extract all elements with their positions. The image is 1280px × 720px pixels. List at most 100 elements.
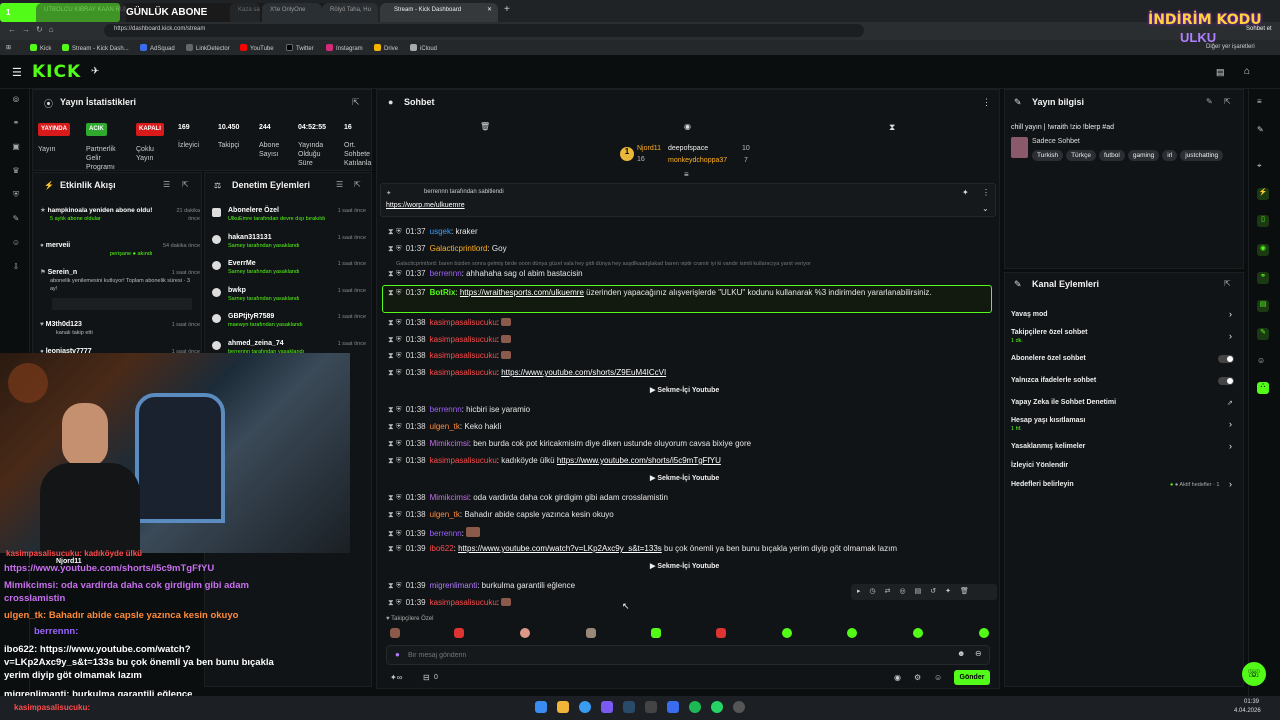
bookmark-linkdetector[interactable]: LinkDetector [186,44,230,52]
mic-icon[interactable]: ● [395,650,400,659]
emote-picker-icon[interactable]: ☻ [957,649,965,658]
expand-icon[interactable]: ⇱ [1224,97,1231,106]
hourglass-icon[interactable]: ⧗ [889,122,895,133]
download-icon[interactable]: ⇩ [10,262,22,272]
in-app-youtube[interactable]: ▶ Sekme-İçi Youtube [650,474,719,482]
shield-icon[interactable]: ⛨ [10,190,22,200]
expand-icon[interactable]: ⇱ [354,180,361,189]
bookmark-kick[interactable]: Kick [30,44,51,52]
expand-icon[interactable]: ⇱ [352,97,360,108]
start-icon[interactable] [535,701,547,713]
settings-icon[interactable]: ⊖ [975,649,982,658]
pin-icon[interactable]: ✈ [91,66,99,77]
chevron-right-icon[interactable]: › [1229,331,1232,341]
browser-tab[interactable]: Rölyö Taha, Hu [322,3,378,22]
action-slow-mode[interactable]: Yavaş mod [1011,311,1048,318]
wrench-icon[interactable]: ✎ [1257,328,1269,340]
close-icon[interactable]: ✕ [487,6,492,13]
points-icon[interactable]: ✦∞ [390,673,402,682]
bolt-icon[interactable]: ⚡ [1257,188,1269,200]
layout-icon[interactable]: ▤ [1257,300,1269,312]
kick-logo[interactable]: KICK [32,62,81,82]
chat-bubble-icon[interactable]: ◉ [684,122,691,131]
link-icon[interactable]: ⚭ [1257,272,1269,284]
action-account-age[interactable]: Hesap yaşı kısıtlaması [1011,417,1085,424]
mod-quick-actions[interactable]: ▸◷⇄◎▤↺✦🗑 [851,584,997,600]
users-icon[interactable]: ☺ [10,238,22,248]
action-ai-moderation[interactable]: Yapay Zeka ile Sohbet Denetimi [1011,399,1116,406]
top-user[interactable]: deepofspace [668,145,708,152]
tag[interactable]: futbol [1098,150,1125,161]
gift-icon[interactable]: ⊟ [423,673,430,682]
bookmark-twitter[interactable]: Twitter [286,44,314,52]
raid-icon[interactable]: ⛬ [1257,382,1269,394]
explorer-icon[interactable] [557,701,569,713]
edit-icon[interactable]: ✎ [1206,97,1213,106]
filter-icon[interactable]: ☰ [336,180,343,189]
bookmark-adsquad[interactable]: AdSquad [140,44,175,52]
external-link-icon[interactable]: ⇗ [1227,399,1233,407]
edit-icon[interactable]: ✎ [1257,125,1264,134]
emote-icon[interactable]: ☺ [934,673,942,682]
layout-icon[interactable]: ▤ [1216,67,1225,78]
link-icon[interactable]: ⚭ [10,118,22,128]
discord-icon[interactable] [601,701,613,713]
menu-icon[interactable]: ☰ [12,66,22,79]
chevron-right-icon[interactable]: › [1229,441,1232,451]
browser-tab[interactable]: UTBOLCU KIBRAY KAAN RUNC [36,3,126,22]
top-user[interactable]: Njord11 [637,145,661,152]
action-subs-only[interactable]: Abonelere özel sohbet [1011,355,1086,362]
gear-icon[interactable]: ⚙ [914,673,921,682]
action-raid[interactable]: İzleyici Yönlendir [1011,462,1068,469]
toggle-emote-only[interactable] [1218,377,1234,385]
expand-icon[interactable]: ⇱ [182,180,189,189]
target-icon[interactable]: ⌖ [1257,161,1262,171]
chevron-down-icon[interactable]: ⌄ [982,204,989,213]
wrench-icon[interactable]: ✎ [10,214,22,224]
tag[interactable]: Turkish [1032,150,1064,161]
stream-icon[interactable]: ⦾ [10,95,22,105]
browser-tab[interactable]: X'te OnlyOne [262,3,322,22]
in-app-youtube[interactable]: ▶ Sekme-İçi Youtube [650,562,719,570]
bookmark-drive[interactable]: Drive [374,44,398,52]
chevron-right-icon[interactable]: › [1229,419,1232,429]
chevron-right-icon[interactable]: › [1229,309,1232,319]
new-tab-icon[interactable]: + [504,4,510,15]
bookmark-youtube[interactable]: YouTube [240,44,274,52]
app-icon[interactable] [667,701,679,713]
users-icon[interactable]: ☺ [1257,356,1265,365]
trophy-icon[interactable]: ♛ [10,166,22,176]
url-field[interactable]: https://dashboard.kick.com/stream [104,24,864,37]
chat-icon[interactable]: ◉ [1257,244,1269,256]
bookmark-icloud[interactable]: iCloud [410,44,437,52]
unpin-icon[interactable]: ✦ [962,188,969,197]
browser-tab-active[interactable]: Stream - Kick Dashboard ✕ [380,3,498,22]
browser-tab[interactable]: Kaza sanlara kendisinin [230,3,260,22]
action-banned-words[interactable]: Yasaklanmış kelimeler [1011,443,1085,450]
tag[interactable]: irl [1162,150,1178,161]
expand-icon[interactable]: ⇱ [1224,279,1231,288]
more-icon[interactable]: ⋮ [982,97,991,108]
tag[interactable]: justchatting [1180,150,1224,161]
app-icon[interactable] [645,701,657,713]
filter-icon[interactable]: ☰ [163,180,170,189]
action-emote-only[interactable]: Yalnızca ifadelerle sohbet [1011,377,1096,384]
chat-settings-icon[interactable]: ◉ [894,673,901,682]
menu-icon[interactable]: ≡ [1257,97,1262,106]
action-followers-only[interactable]: Takipçilere özel sohbet [1011,329,1088,336]
chevron-right-icon[interactable]: › [1229,479,1232,489]
tag[interactable]: gaming [1127,150,1160,161]
apps-icon[interactable]: ⊞ [6,44,11,51]
doc-icon[interactable]: ▯ [1257,215,1269,227]
bookmark-instagram[interactable]: Instagram [326,44,363,52]
steam-icon[interactable] [623,701,635,713]
nav-buttons[interactable]: ←→↻⌂ [8,25,60,34]
chat-input[interactable] [408,648,908,662]
pinned-link[interactable]: https://worp.me/ulkuemre [386,202,465,209]
action-goals[interactable]: Hedefleri belirleyin [1011,481,1074,488]
gift-icon[interactable]: ⌂ [1244,66,1250,77]
more-icon[interactable]: ⋮ [982,188,990,197]
collapse-icon[interactable]: ≡ [684,170,689,179]
bookmark-stream[interactable]: Stream - Kick Dash... [62,44,129,52]
top-user[interactable]: monkeydchoppa37 [668,157,727,164]
